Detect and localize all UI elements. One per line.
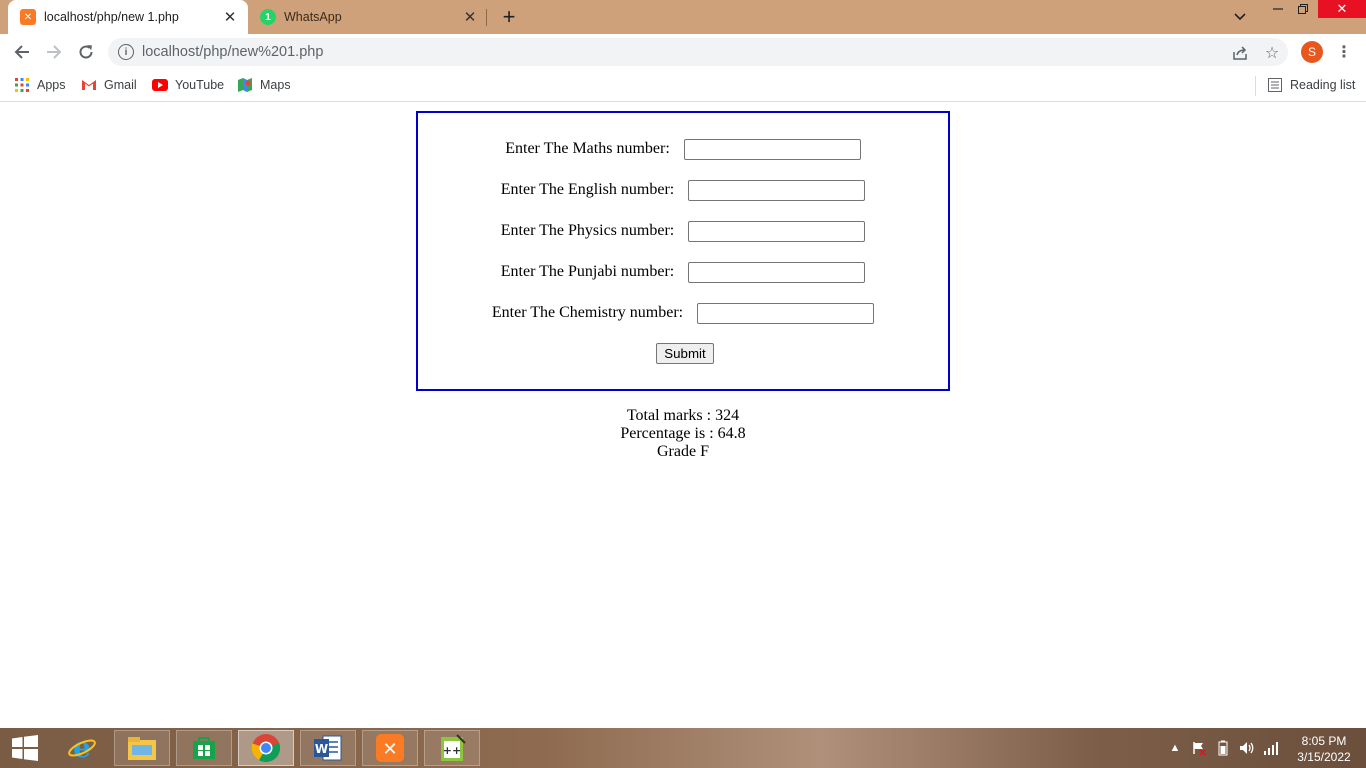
url-text: localhost/php/new%201.php — [142, 44, 324, 60]
svg-text:✕: ✕ — [382, 739, 397, 760]
tab-localhost[interactable]: ✕ localhost/php/new 1.php ✕ — [8, 0, 248, 34]
bookmarks-bar: Apps Gmail YouTube Maps Reading list — [0, 70, 1366, 102]
tab-search-icon[interactable] — [1228, 8, 1252, 26]
tab-strip: ✕ localhost/php/new 1.php ✕ 1 WhatsApp ✕… — [0, 0, 1366, 34]
svg-text:W: W — [315, 742, 328, 756]
bookmark-label: Apps — [37, 78, 66, 92]
reading-list-label: Reading list — [1290, 78, 1356, 92]
file-explorer-icon — [128, 737, 156, 760]
profile-avatar[interactable]: S — [1301, 41, 1323, 63]
physics-row: Enter The Physics number: — [418, 220, 948, 242]
punjabi-label: Enter The Punjabi number: — [500, 263, 675, 280]
youtube-icon — [152, 77, 168, 93]
bookmark-maps[interactable]: Maps — [237, 76, 291, 94]
restore-button[interactable] — [1293, 0, 1313, 18]
xampp-button[interactable]: ✕ — [362, 730, 418, 766]
punjabi-input[interactable] — [688, 261, 866, 283]
volume-icon[interactable] — [1238, 738, 1256, 758]
reload-icon[interactable] — [73, 39, 99, 65]
internet-explorer-button[interactable]: e — [54, 730, 110, 766]
clock-date: 3/15/2022 — [1297, 750, 1351, 764]
close-window-button[interactable]: ✕ — [1318, 0, 1366, 18]
physics-input[interactable] — [688, 220, 866, 242]
english-row: Enter The English number: — [418, 179, 948, 201]
grade-text: Grade F — [657, 443, 709, 460]
english-label: Enter The English number: — [500, 181, 675, 198]
english-input[interactable] — [688, 179, 866, 201]
address-bar[interactable]: i localhost/php/new%201.php ☆ — [108, 38, 1288, 66]
maths-label: Enter The Maths number: — [505, 140, 670, 157]
bookmark-youtube[interactable]: YouTube — [152, 76, 224, 94]
submit-button[interactable]: Submit — [656, 343, 714, 364]
maths-row: Enter The Maths number: — [418, 138, 948, 160]
tab-title: WhatsApp — [284, 10, 342, 24]
show-hidden-icons[interactable]: ▲ — [1168, 738, 1182, 758]
start-button[interactable] — [0, 730, 50, 766]
notepad-icon: ++ — [441, 734, 466, 761]
back-arrow-icon[interactable] — [9, 39, 35, 65]
minimize-button[interactable] — [1268, 0, 1288, 18]
maps-icon — [237, 77, 253, 93]
physics-label: Enter The Physics number: — [500, 222, 675, 239]
bookmark-gmail[interactable]: Gmail — [81, 76, 137, 94]
clock-time: 8:05 PM — [1301, 734, 1347, 748]
bookmark-apps[interactable]: Apps — [14, 76, 66, 94]
start-icon — [12, 735, 38, 761]
store-icon — [193, 737, 215, 759]
forward-arrow-icon[interactable] — [41, 39, 67, 65]
network-icon[interactable] — [1262, 738, 1280, 758]
xampp-icon: ✕ — [20, 9, 36, 25]
gmail-icon — [81, 77, 97, 93]
close-tab-icon[interactable]: ✕ — [220, 7, 240, 27]
menu-dots-icon[interactable]: ⋮ — [1336, 41, 1352, 63]
svg-text:e: e — [73, 733, 91, 763]
total-marks-text: Total marks : 324 — [626, 407, 740, 424]
bookmark-label: Gmail — [104, 78, 137, 92]
internet-explorer-icon: e — [68, 733, 96, 763]
whatsapp-icon: 1 — [260, 9, 276, 25]
chrome-button[interactable] — [238, 730, 294, 766]
punjabi-row: Enter The Punjabi number: — [418, 261, 948, 283]
site-info-icon[interactable]: i — [118, 44, 134, 60]
share-icon[interactable] — [1231, 44, 1249, 62]
percentage-text: Percentage is : 64.8 — [620, 425, 746, 442]
tab-title: localhost/php/new 1.php — [44, 10, 179, 24]
marks-form: Enter The Maths number: Enter The Englis… — [416, 111, 950, 391]
close-tab-icon[interactable]: ✕ — [460, 7, 480, 27]
reading-list-button[interactable]: Reading list — [1267, 76, 1355, 94]
chemistry-label: Enter The Chemistry number: — [491, 304, 684, 321]
chemistry-row: Enter The Chemistry number: — [418, 302, 948, 324]
bookmark-label: Maps — [260, 78, 291, 92]
bookmark-label: YouTube — [175, 78, 225, 92]
svg-text:++: ++ — [443, 744, 461, 757]
battery-icon[interactable] — [1214, 738, 1232, 758]
notepad-plus-button[interactable]: ++ — [424, 730, 480, 766]
tab-separator — [486, 9, 487, 26]
chemistry-input[interactable] — [697, 302, 875, 324]
apps-grid-icon — [14, 77, 30, 93]
maths-input[interactable] — [683, 138, 861, 160]
reading-list-icon — [1267, 77, 1283, 93]
new-tab-button[interactable]: + — [497, 4, 521, 29]
tab-whatsapp[interactable]: 1 WhatsApp ✕ — [248, 0, 488, 34]
store-button[interactable] — [176, 730, 232, 766]
word-icon: W — [314, 735, 342, 761]
file-explorer-button[interactable] — [114, 730, 170, 766]
system-clock[interactable]: 8:05 PM 3/15/2022 — [1288, 733, 1360, 765]
action-center-flag-icon[interactable] — [1190, 738, 1208, 758]
bookmark-star-icon[interactable]: ☆ — [1263, 44, 1281, 62]
taskbar: e W ✕ ++ ▲ — [0, 728, 1366, 768]
word-button[interactable]: W — [300, 730, 356, 766]
xampp-icon: ✕ — [376, 734, 404, 762]
chrome-icon — [251, 734, 281, 762]
bookmarks-separator — [1255, 76, 1256, 96]
